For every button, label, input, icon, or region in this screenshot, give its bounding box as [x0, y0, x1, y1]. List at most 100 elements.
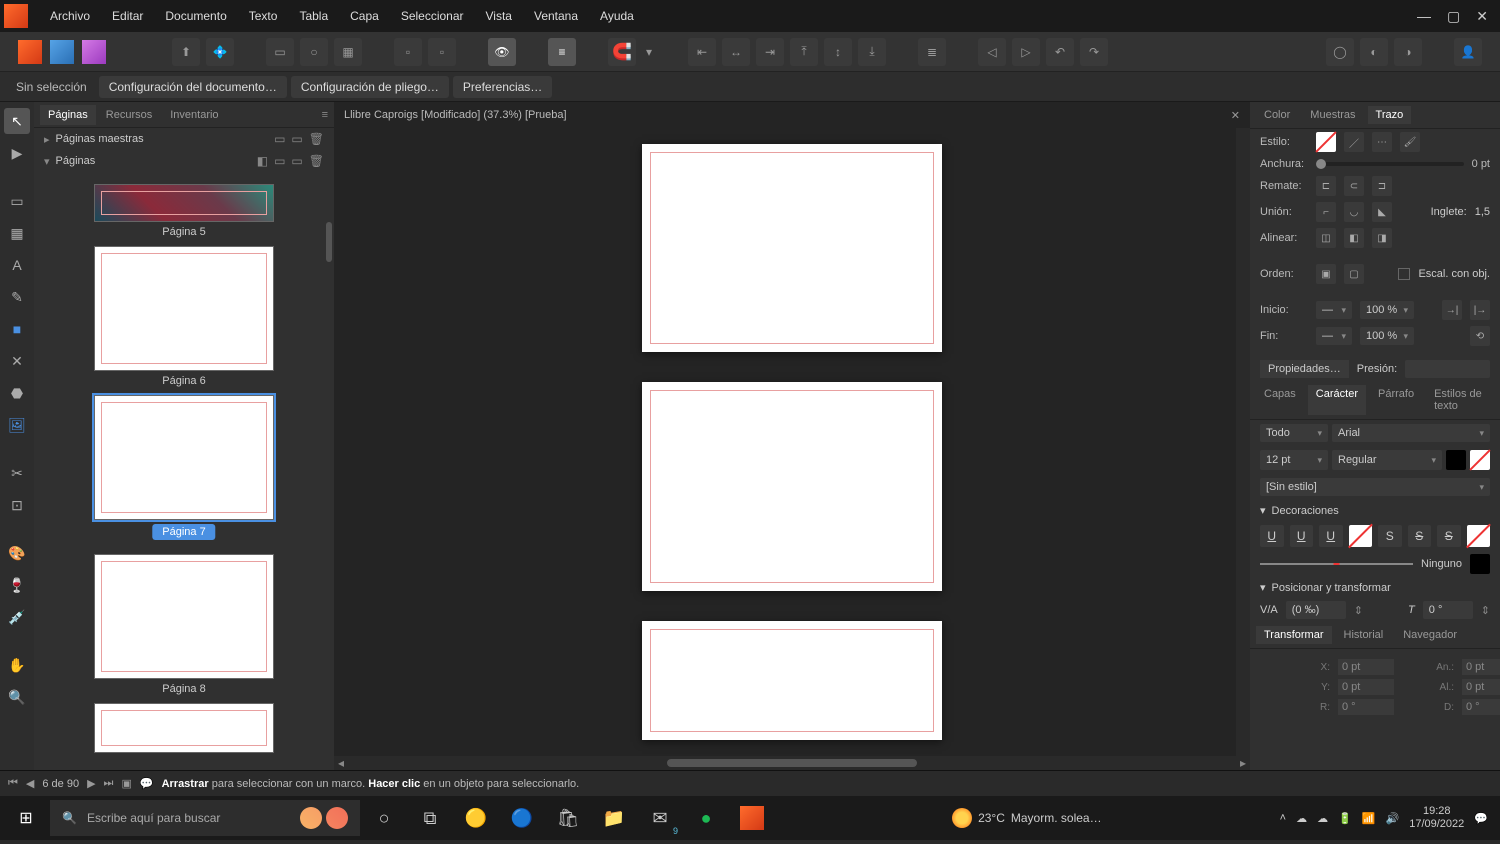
- zoom-tool[interactable]: 🔍: [4, 684, 30, 710]
- decorations-header[interactable]: ▾ Decoraciones: [1250, 500, 1500, 521]
- align-outside-stroke-icon[interactable]: ◨: [1372, 228, 1392, 248]
- tab-recursos[interactable]: Recursos: [98, 105, 160, 125]
- pen-tool[interactable]: ✎: [4, 284, 30, 310]
- box-icon[interactable]: ▫: [394, 38, 422, 66]
- volume-icon[interactable]: 🔊: [1386, 812, 1400, 825]
- canvas-page[interactable]: [642, 621, 942, 740]
- store-icon[interactable]: 🛍: [546, 798, 590, 838]
- tab-capas[interactable]: Capas: [1256, 385, 1304, 415]
- menu-tabla[interactable]: Tabla: [289, 3, 338, 29]
- master-delete-icon[interactable]: 🗑: [309, 132, 324, 146]
- kerning-stepper[interactable]: ⇕: [1354, 604, 1363, 617]
- picture-frame-tool[interactable]: ✕: [4, 348, 30, 374]
- rotation-input[interactable]: 0 °: [1338, 699, 1394, 715]
- inglete-value[interactable]: 1,5: [1475, 206, 1490, 218]
- align-right-icon[interactable]: ⇥: [756, 38, 784, 66]
- align-middle-icon[interactable]: ↕: [824, 38, 852, 66]
- affinity-taskbar-icon[interactable]: [730, 798, 774, 838]
- grid-tool-icon[interactable]: ▦: [334, 38, 362, 66]
- snap-arrow-icon[interactable]: ▾: [642, 38, 656, 66]
- preferences-button[interactable]: Preferencias…: [453, 76, 552, 98]
- place-image-tool[interactable]: 🖼: [4, 412, 30, 438]
- cap-square-icon[interactable]: ⊐: [1372, 176, 1392, 196]
- flip-h-icon[interactable]: ◁: [978, 38, 1006, 66]
- weather-widget[interactable]: 23°C Mayorm. solea…: [952, 808, 1102, 828]
- clock[interactable]: 19:28 17/09/2022: [1409, 805, 1464, 831]
- italic-angle-input[interactable]: 0 °: [1423, 601, 1473, 619]
- canvas-vertical-scrollbar[interactable]: [1236, 128, 1250, 756]
- scroll-left-icon[interactable]: ◂: [334, 756, 348, 770]
- menu-seleccionar[interactable]: Seleccionar: [391, 3, 474, 29]
- join-miter-icon[interactable]: ⌐: [1316, 202, 1336, 222]
- move-tool[interactable]: ↖: [4, 108, 30, 134]
- menu-ventana[interactable]: Ventana: [524, 3, 588, 29]
- vector-crop-tool[interactable]: ✂: [4, 460, 30, 486]
- document-tab[interactable]: Llibre Caproigs [Modificado] (37.3%) [Pr…: [334, 102, 1250, 128]
- share-icon[interactable]: 💠: [206, 38, 234, 66]
- arrow-place-end-icon[interactable]: |→: [1470, 300, 1490, 320]
- tab-parrafo[interactable]: Párrafo: [1370, 385, 1422, 415]
- designer-icon[interactable]: [50, 40, 74, 64]
- cap-butt-icon[interactable]: ⊏: [1316, 176, 1336, 196]
- artistic-text-tool[interactable]: A: [4, 252, 30, 278]
- table-tool[interactable]: ▦: [4, 220, 30, 246]
- photo-icon[interactable]: [82, 40, 106, 64]
- scope-select[interactable]: Todo▾: [1260, 424, 1328, 442]
- pages-opt1-icon[interactable]: ◧: [257, 154, 268, 168]
- menu-documento[interactable]: Documento: [155, 3, 236, 29]
- stop-icon[interactable]: ▣: [121, 777, 131, 790]
- arrow-start-select[interactable]: — ▾: [1316, 301, 1352, 319]
- explorer-icon[interactable]: 📁: [592, 798, 636, 838]
- tray-overflow-icon[interactable]: ˄: [1280, 812, 1286, 824]
- text-fill-swatch[interactable]: [1446, 450, 1466, 470]
- snap-icon[interactable]: 🧲: [608, 38, 636, 66]
- angle-stepper[interactable]: ⇕: [1481, 604, 1490, 617]
- account-icon[interactable]: 👤: [1454, 38, 1482, 66]
- underline1-button[interactable]: U: [1260, 525, 1284, 547]
- first-page-icon[interactable]: ⏮: [8, 777, 18, 790]
- master-opt2-icon[interactable]: ▭: [291, 132, 302, 146]
- menu-archivo[interactable]: Archivo: [40, 3, 100, 29]
- rectangle-tool[interactable]: ■: [4, 316, 30, 342]
- battery-icon[interactable]: 🔋: [1338, 812, 1352, 825]
- fill-tool[interactable]: 🎨: [4, 540, 30, 566]
- circle-tool-icon[interactable]: ○: [300, 38, 328, 66]
- next-page-icon[interactable]: ▶: [87, 777, 95, 790]
- strike2-button[interactable]: S: [1408, 525, 1432, 547]
- no-stroke-icon[interactable]: [1316, 132, 1336, 152]
- position-transform-header[interactable]: ▾ Posicionar y transformar: [1250, 577, 1500, 598]
- rect-tool-icon[interactable]: ▭: [266, 38, 294, 66]
- arrow-start-pct[interactable]: 100 %▾: [1360, 301, 1414, 319]
- flip-v-icon[interactable]: ▷: [1012, 38, 1040, 66]
- align-left-icon[interactable]: ⇤: [688, 38, 716, 66]
- scroll-thumb[interactable]: [667, 759, 917, 767]
- scroll-right-icon[interactable]: ▸: [1236, 756, 1250, 770]
- pages-add-icon[interactable]: ▭: [274, 154, 285, 168]
- boolean-add-icon[interactable]: ◯: [1326, 38, 1354, 66]
- solid-stroke-icon[interactable]: ／: [1344, 132, 1364, 152]
- publisher-icon[interactable]: [18, 40, 42, 64]
- notifications-icon[interactable]: 💬: [1474, 812, 1488, 825]
- minimize-icon[interactable]: —: [1417, 8, 1431, 25]
- panel-menu-icon[interactable]: ≡: [322, 109, 328, 121]
- char-style-select[interactable]: [Sin estilo]▾: [1260, 478, 1490, 496]
- taskbar-search[interactable]: 🔍 Escribe aquí para buscar: [50, 800, 360, 836]
- transparency-tool[interactable]: 🍷: [4, 572, 30, 598]
- pages-dup-icon[interactable]: ▭: [291, 154, 302, 168]
- page-thumb-5[interactable]: [94, 184, 274, 222]
- tab-inventario[interactable]: Inventario: [162, 105, 226, 125]
- height-input[interactable]: 0 pt: [1462, 679, 1500, 695]
- master-pages-header[interactable]: ▸ Páginas maestras ▭ ▭ 🗑: [34, 128, 334, 150]
- pan-tool[interactable]: ✋: [4, 652, 30, 678]
- chrome-icon[interactable]: 🟡: [454, 798, 498, 838]
- order-front-icon[interactable]: ▢: [1344, 264, 1364, 284]
- prev-page-icon[interactable]: ◀: [26, 777, 34, 790]
- canvas-horizontal-scrollbar[interactable]: ◂ ▸: [334, 756, 1250, 770]
- decoration-color-swatch[interactable]: [1470, 554, 1490, 574]
- rotate-l-icon[interactable]: ↶: [1046, 38, 1074, 66]
- pages-scrollbar[interactable]: [326, 172, 334, 770]
- box2-icon[interactable]: ▫: [428, 38, 456, 66]
- order-behind-icon[interactable]: ▣: [1316, 264, 1336, 284]
- tab-trazo[interactable]: Trazo: [1368, 106, 1412, 124]
- arrow-end-pct[interactable]: 100 %▾: [1360, 327, 1414, 345]
